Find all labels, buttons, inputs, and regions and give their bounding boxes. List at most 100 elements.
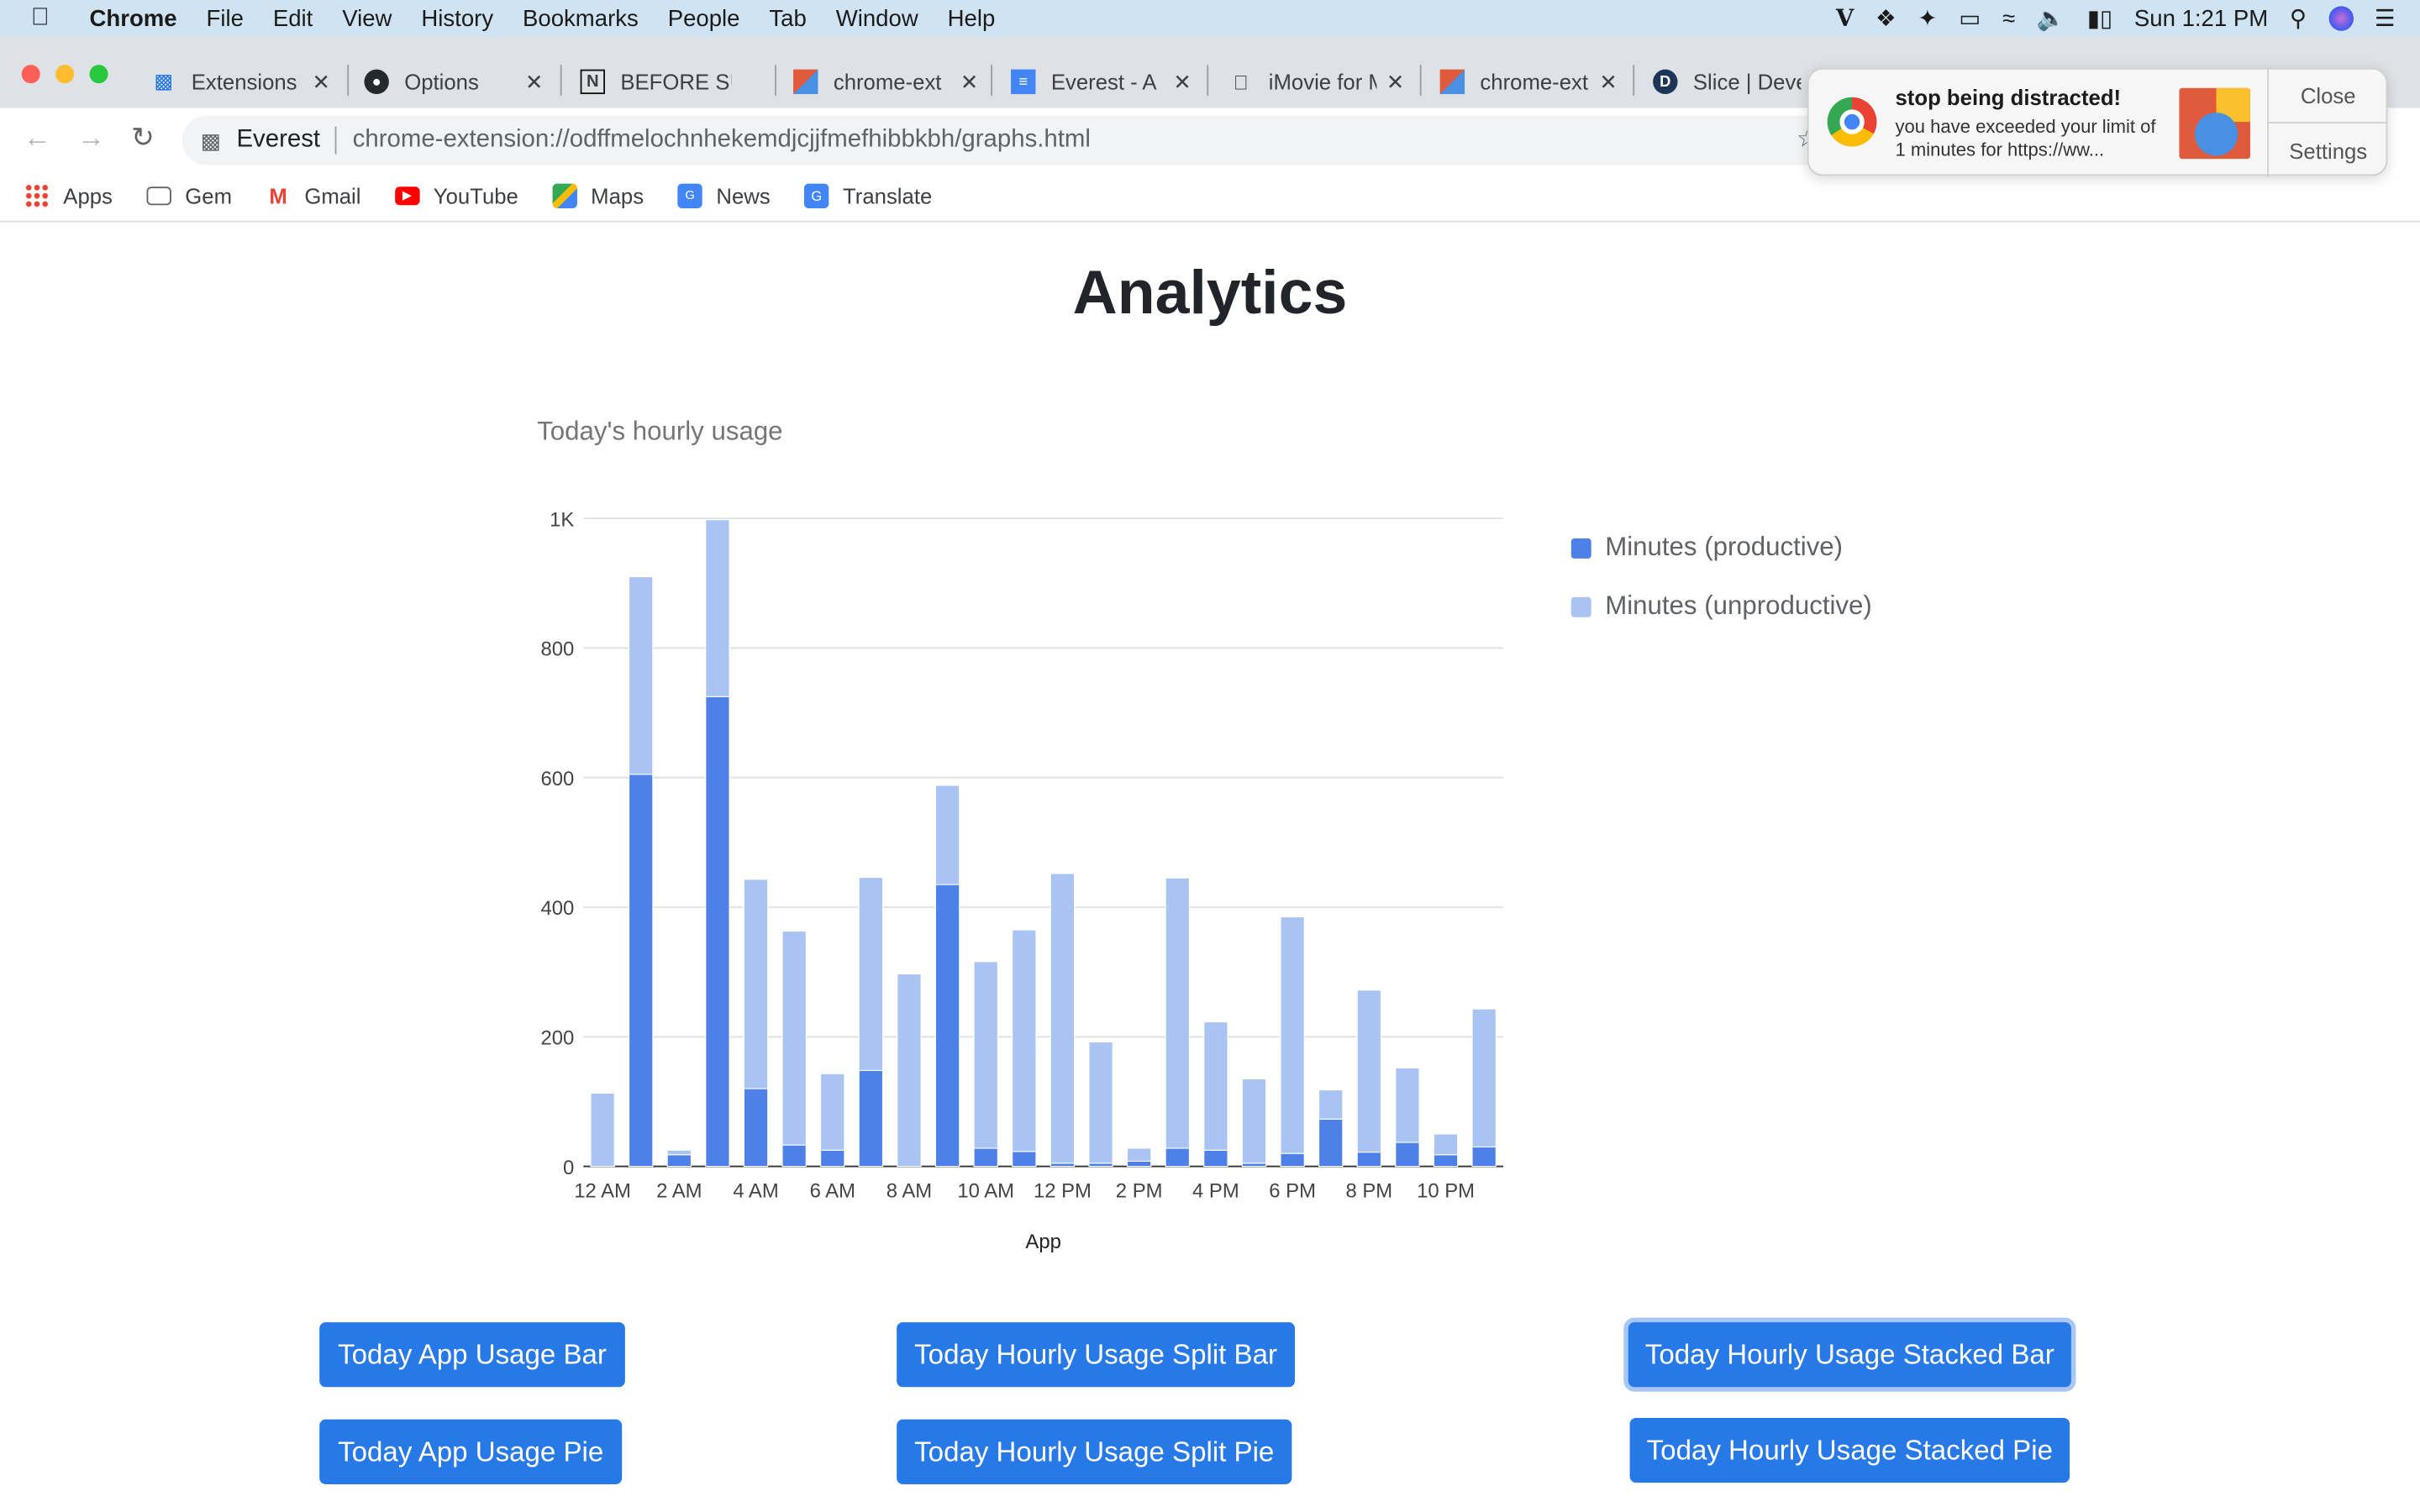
bar-productive: [1280, 1152, 1305, 1168]
x-tick-label: 10 AM: [957, 1179, 1014, 1202]
bar-unproductive: [781, 930, 807, 1146]
y-tick-label: 200: [540, 1026, 574, 1049]
bookmark-news[interactable]: G News: [677, 182, 771, 208]
legend-swatch-productive: [1570, 538, 1591, 558]
tab-chrome-ext-1[interactable]: chrome-ext ✕: [793, 59, 978, 105]
bookmark-label: News: [716, 182, 771, 208]
rabbit-app-icon[interactable]: ❖: [1876, 5, 1897, 32]
menu-file[interactable]: File: [207, 5, 244, 31]
x-tick-label: 10 PM: [1417, 1179, 1475, 1202]
tab-before-su[interactable]: N BEFORE SU: [580, 59, 735, 105]
siri-icon[interactable]: [2328, 6, 2354, 31]
tab-divider: [560, 65, 562, 96]
legend-item-productive[interactable]: Minutes (productive): [1570, 518, 1872, 577]
menu-clock[interactable]: Sun 1:21 PM: [2134, 5, 2268, 31]
close-icon[interactable]: ✕: [960, 69, 979, 95]
menu-app-name[interactable]: Chrome: [90, 5, 177, 31]
spotlight-search-icon[interactable]: ⚲: [2290, 5, 2307, 32]
today-hourly-usage-split-pie-button[interactable]: Today Hourly Usage Split Pie: [897, 1419, 1292, 1484]
bar-productive: [820, 1149, 845, 1168]
bar-unproductive: [743, 879, 769, 1089]
forward-arrow-icon[interactable]: →: [77, 122, 105, 155]
tab-extensions[interactable]: ▩ Extensions ✕: [151, 59, 330, 105]
menu-window[interactable]: Window: [836, 5, 918, 31]
bar-productive: [1241, 1163, 1267, 1168]
bookmark-maps[interactable]: Maps: [552, 182, 644, 208]
extension-tile-icon: [793, 69, 818, 95]
tab-divider: [1207, 65, 1209, 96]
bar-unproductive: [934, 785, 960, 885]
x-tick-label: 2 PM: [1116, 1179, 1163, 1202]
url-text[interactable]: chrome-extension://odffmelochnhekemdjcjj…: [353, 127, 1091, 155]
x-tick-label: 12 PM: [1034, 1179, 1092, 1202]
x-tick-label: 6 PM: [1269, 1179, 1316, 1202]
close-icon[interactable]: ✕: [525, 69, 544, 95]
vim-extension-icon[interactable]: V: [1836, 5, 1854, 33]
bookmark-gem[interactable]: Gem: [146, 183, 232, 207]
bar-productive: [629, 774, 654, 1168]
bar-productive: [934, 884, 960, 1168]
bar-unproductive: [858, 876, 884, 1071]
puzzle-icon: ▩: [154, 69, 173, 93]
today-hourly-usage-stacked-bar-button[interactable]: Today Hourly Usage Stacked Bar: [1628, 1322, 2071, 1388]
extension-tile-icon: [1439, 69, 1465, 95]
menu-tab[interactable]: Tab: [769, 5, 806, 31]
menu-history[interactable]: History: [421, 5, 493, 31]
tab-imovie[interactable]:  iMovie for M ✕: [1228, 59, 1405, 105]
omnibox-divider: [335, 126, 338, 155]
close-icon[interactable]: ✕: [1173, 69, 1192, 95]
bar-productive: [1165, 1147, 1190, 1168]
y-tick-label: 400: [540, 897, 574, 920]
today-hourly-usage-split-bar-button[interactable]: Today Hourly Usage Split Bar: [897, 1322, 1296, 1388]
bar-unproductive: [1126, 1147, 1152, 1162]
address-bar[interactable]: ▩ Everest chrome-extension://odffmelochn…: [182, 115, 1849, 165]
airplay-icon[interactable]: ▭: [1959, 5, 1981, 32]
window-zoom-dot[interactable]: [89, 65, 108, 84]
bar-productive: [743, 1088, 769, 1168]
bookmark-youtube[interactable]: ▶ YouTube: [394, 183, 518, 207]
x-tick-label: 8 PM: [1345, 1179, 1392, 1202]
apple-menu-icon[interactable]: : [31, 5, 62, 33]
legend-item-unproductive[interactable]: Minutes (unproductive): [1570, 577, 1872, 636]
today-app-usage-pie-button[interactable]: Today App Usage Pie: [319, 1419, 623, 1484]
site-name: Everest: [236, 126, 321, 153]
extension-logo-icon: [2179, 87, 2250, 160]
notification-close-button[interactable]: Close: [2269, 70, 2388, 123]
notification-body: you have exceeded your limit of 1 minute…: [1895, 115, 2156, 161]
bookmark-gmail[interactable]: M Gmail: [266, 183, 360, 207]
y-tick-label: 0: [563, 1157, 574, 1179]
bookmark-apps[interactable]: Apps: [24, 182, 113, 208]
bookmark-translate[interactable]: G Translate: [804, 182, 932, 208]
tab-chrome-ext-2[interactable]: chrome-ext ✕: [1439, 59, 1618, 105]
tab-options[interactable]: ● Options ✕: [364, 59, 544, 105]
battery-icon[interactable]: ▮▯: [2087, 5, 2112, 32]
distraction-notification[interactable]: stop being distracted! you have exceeded…: [1807, 67, 2388, 178]
tab-divider: [991, 65, 993, 96]
volume-icon[interactable]: 🔈: [2037, 5, 2065, 32]
menu-bookmarks[interactable]: Bookmarks: [523, 5, 639, 31]
window-close-dot[interactable]: [21, 65, 40, 84]
today-app-usage-bar-button[interactable]: Today App Usage Bar: [319, 1322, 625, 1388]
wifi-icon[interactable]: ≈: [2002, 5, 2015, 31]
window-minimize-dot[interactable]: [55, 65, 75, 84]
close-icon[interactable]: ✕: [313, 69, 331, 95]
menu-edit[interactable]: Edit: [273, 5, 313, 31]
notification-settings-button[interactable]: Settings: [2269, 123, 2387, 177]
menu-help[interactable]: Help: [948, 5, 996, 31]
close-icon[interactable]: ✕: [1386, 69, 1405, 95]
bar-unproductive: [1241, 1078, 1267, 1164]
tab-slice[interactable]: D Slice | Deve: [1653, 59, 1807, 105]
menu-people[interactable]: People: [668, 5, 740, 31]
notification-center-icon[interactable]: ☰: [2375, 5, 2396, 32]
github-icon: ●: [364, 69, 389, 95]
back-arrow-icon[interactable]: ←: [24, 122, 51, 155]
tab-divider: [1419, 65, 1422, 96]
close-icon[interactable]: ✕: [1599, 69, 1618, 95]
tab-label: iMovie for M: [1268, 69, 1377, 95]
today-hourly-usage-stacked-pie-button[interactable]: Today Hourly Usage Stacked Pie: [1629, 1417, 2070, 1483]
menu-view[interactable]: View: [342, 5, 392, 31]
dropbox-icon[interactable]: ✦: [1918, 5, 1937, 32]
reload-icon[interactable]: ↻: [131, 122, 155, 155]
tab-everest-doc[interactable]: ≡ Everest - A ✕: [1011, 59, 1192, 105]
bar-unproductive: [1318, 1089, 1344, 1120]
